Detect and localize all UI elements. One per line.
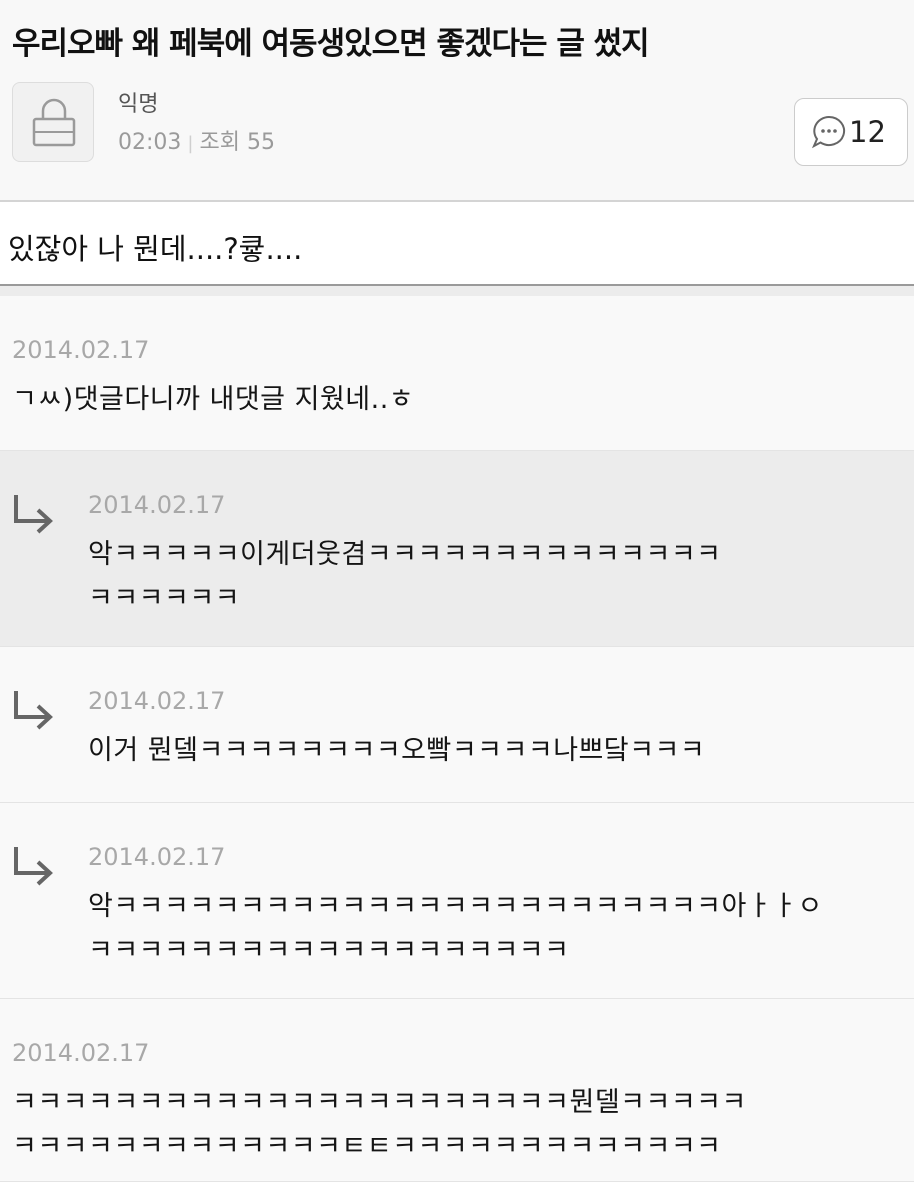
comment-text-line: ㅋㅋㅋㅋㅋㅋㅋㅋㅋㅋㅋㅋㅋㅋㅋㅋㅋㅋㅋㅋㅋㅋ뭔델ㅋㅋㅋㅋㅋ — [12, 1087, 747, 1118]
meta-divider: | — [187, 133, 194, 154]
reply-arrow-icon — [14, 847, 53, 886]
section-divider — [0, 286, 914, 296]
post-body-text: 있잖아 나 뭔데....?큫.... — [8, 232, 303, 266]
comment-text-line: ㅋㅋㅋㅋㅋㅋ — [88, 583, 241, 614]
comment-count-button[interactable]: 12 — [794, 98, 908, 166]
comment-text: 악ㅋㅋㅋㅋㅋ이게더웃겸ㅋㅋㅋㅋㅋㅋㅋㅋㅋㅋㅋㅋㅋㅋ ㅋㅋㅋㅋㅋㅋ — [88, 533, 898, 621]
post-meta: 02:03 | 조회 55 — [118, 124, 275, 156]
post-time: 02:03 — [118, 130, 182, 155]
lock-icon — [32, 98, 76, 147]
author-name: 익명 — [118, 92, 159, 117]
comment-text-line: ㅋㅋㅋㅋㅋㅋㅋㅋㅋㅋㅋㅋㅋㅌㅌㅋㅋㅋㅋㅋㅋㅋㅋㅋㅋㅋㅋㅋ — [12, 1131, 722, 1162]
post-body: 있잖아 나 뭔데....?큫.... — [0, 200, 914, 286]
comment-date: 2014.02.17 — [12, 336, 150, 364]
comment-item-reply[interactable]: 2014.02.17 악ㅋㅋㅋㅋㅋ이게더웃겸ㅋㅋㅋㅋㅋㅋㅋㅋㅋㅋㅋㅋㅋㅋ ㅋㅋㅋ… — [0, 451, 914, 647]
comment-item-reply[interactable]: 2014.02.17 이거 뭔뎈ㅋㅋㅋㅋㅋㅋㅋㅋ오빸ㅋㅋㅋㅋ나쁘닼ㅋㅋㅋ — [0, 647, 914, 803]
view-count: 조회 55 — [199, 130, 275, 155]
comment-date: 2014.02.17 — [12, 1039, 150, 1067]
reply-arrow-icon — [14, 495, 53, 534]
comment-text: ㅋㅋㅋㅋㅋㅋㅋㅋㅋㅋㅋㅋㅋㅋㅋㅋㅋㅋㅋㅋㅋㅋ뭔델ㅋㅋㅋㅋㅋ ㅋㅋㅋㅋㅋㅋㅋㅋㅋㅋ… — [12, 1081, 902, 1169]
avatar[interactable] — [12, 82, 94, 162]
comment-count: 12 — [849, 115, 886, 149]
comment-text-line: 악ㅋㅋㅋㅋㅋㅋㅋㅋㅋㅋㅋㅋㅋㅋㅋㅋㅋㅋㅋㅋㅋㅋㅋㅋ아ㅏㅏㅇ — [88, 891, 823, 922]
comment-item[interactable]: 2014.02.17 ㄱㅆ)댓글다니까 내댓글 지웠네..ㅎ — [0, 296, 914, 451]
comment-item[interactable]: 2014.02.17 ㅋㅋㅋㅋㅋㅋㅋㅋㅋㅋㅋㅋㅋㅋㅋㅋㅋㅋㅋㅋㅋㅋ뭔델ㅋㅋㅋㅋㅋ… — [0, 999, 914, 1182]
post-header: 우리오빠 왜 페북에 여동생있으면 좋겠다는 글 썼지 익명 02:03 | 조회 … — [0, 0, 914, 200]
comment-text-line: 악ㅋㅋㅋㅋㅋ이게더웃겸ㅋㅋㅋㅋㅋㅋㅋㅋㅋㅋㅋㅋㅋㅋ — [88, 539, 722, 570]
post-title: 우리오빠 왜 페북에 여동생있으면 좋겠다는 글 썼지 — [12, 26, 650, 62]
comment-date: 2014.02.17 — [88, 687, 226, 715]
comment-item-reply[interactable]: 2014.02.17 악ㅋㅋㅋㅋㅋㅋㅋㅋㅋㅋㅋㅋㅋㅋㅋㅋㅋㅋㅋㅋㅋㅋㅋㅋ아ㅏㅏㅇ… — [0, 803, 914, 999]
comment-text: 악ㅋㅋㅋㅋㅋㅋㅋㅋㅋㅋㅋㅋㅋㅋㅋㅋㅋㅋㅋㅋㅋㅋㅋㅋ아ㅏㅏㅇ ㅋㅋㅋㅋㅋㅋㅋㅋㅋㅋ… — [88, 885, 898, 973]
reply-arrow-icon — [14, 691, 53, 730]
comment-date: 2014.02.17 — [88, 491, 226, 519]
speech-bubble-icon — [811, 115, 845, 149]
comment-date: 2014.02.17 — [88, 843, 226, 871]
comment-text-line: ㅋㅋㅋㅋㅋㅋㅋㅋㅋㅋㅋㅋㅋㅋㅋㅋㅋㅋㅋ — [88, 935, 570, 966]
comment-text: 이거 뭔뎈ㅋㅋㅋㅋㅋㅋㅋㅋ오빸ㅋㅋㅋㅋ나쁘닼ㅋㅋㅋ — [88, 735, 706, 766]
comment-text: ㄱㅆ)댓글다니까 내댓글 지웠네..ㅎ — [12, 384, 415, 415]
